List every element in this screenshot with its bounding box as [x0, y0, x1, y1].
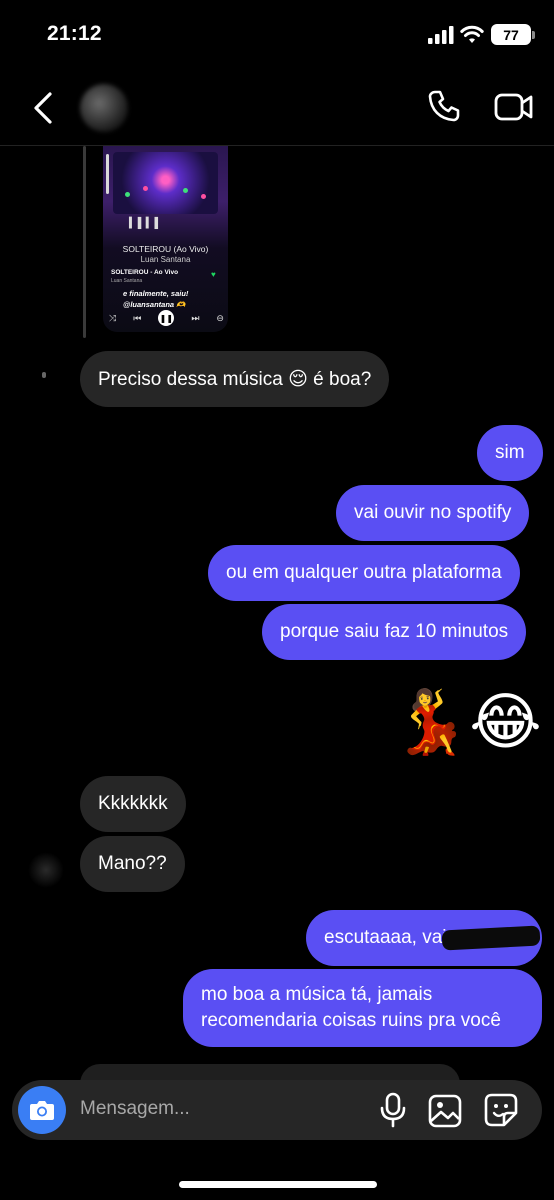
video-call-icon[interactable]	[494, 90, 534, 124]
camera-button[interactable]	[18, 1086, 66, 1134]
equalizer-icon: ▍▌▍▌	[129, 218, 163, 229]
message-outgoing[interactable]: vai ouvir no spotify	[336, 485, 530, 541]
contact-info[interactable]	[80, 84, 290, 132]
contact-name	[140, 96, 280, 116]
reply-indicator-line	[83, 146, 86, 338]
contact-avatar	[80, 84, 128, 132]
message-outgoing[interactable]: porque saiu faz 10 minutos	[262, 604, 527, 660]
phone-icon[interactable]	[426, 88, 462, 124]
message-incoming[interactable]: Preciso dessa música 😌 é boa?	[80, 351, 390, 407]
back-chevron-icon[interactable]	[30, 90, 58, 126]
battery-cap	[532, 31, 535, 39]
message-outgoing[interactable]: ou em qualquer outra plataforma	[208, 545, 520, 601]
story-track-artist: Luan Santana	[111, 278, 143, 284]
story-track-name: SOLTEIROU - Ao Vivo	[111, 269, 179, 276]
message-input[interactable]: Mensagem...	[80, 1098, 190, 1120]
album-art	[113, 152, 218, 214]
minus-circle-icon: ⊖	[216, 312, 224, 323]
sender-avatar	[42, 372, 46, 378]
heart-icon: ♥	[211, 270, 216, 279]
microphone-icon[interactable]	[378, 1092, 408, 1128]
story-song-title: SOLTEIROU (Ao Vivo)	[122, 244, 209, 254]
message-incoming[interactable]: Mano??	[80, 836, 185, 892]
wifi-icon	[460, 25, 484, 43]
signal-icon	[428, 26, 454, 44]
sticker-icon[interactable]	[484, 1093, 518, 1127]
story-progress-bar	[106, 154, 109, 194]
battery-indicator: 77	[491, 24, 531, 45]
home-indicator	[179, 1181, 377, 1188]
message-outgoing[interactable]: mo boa a música tá, jamais recomendaria …	[183, 969, 542, 1047]
status-time: 21:12	[47, 22, 102, 45]
shared-story-card[interactable]: ▍▌▍▌ SOLTEIROU (Ao Vivo) Luan Santana SO…	[103, 146, 228, 332]
emoji-message[interactable]: 💃😂	[392, 684, 542, 760]
previous-icon: ⏮	[133, 312, 142, 323]
status-bar: 21:12 77	[0, 0, 554, 70]
story-artist: Luan Santana	[140, 255, 191, 264]
player-controls: ⤨ ⏮ ❚❚ ⏭ ⊖	[109, 310, 224, 326]
message-composer: Mensagem...	[12, 1080, 542, 1140]
sender-avatar	[28, 852, 64, 888]
camera-icon	[30, 1101, 54, 1120]
chat-header	[0, 70, 554, 146]
pause-icon: ❚❚	[158, 310, 175, 326]
gallery-icon[interactable]	[428, 1094, 462, 1128]
next-icon: ⏭	[191, 312, 200, 323]
message-incoming[interactable]: Kkkkkkk	[80, 776, 186, 832]
message-outgoing[interactable]: sim	[477, 425, 543, 481]
story-caption: e finalmente, saiu! @luansantana 🫶	[123, 289, 189, 309]
shuffle-icon: ⤨	[109, 312, 117, 323]
